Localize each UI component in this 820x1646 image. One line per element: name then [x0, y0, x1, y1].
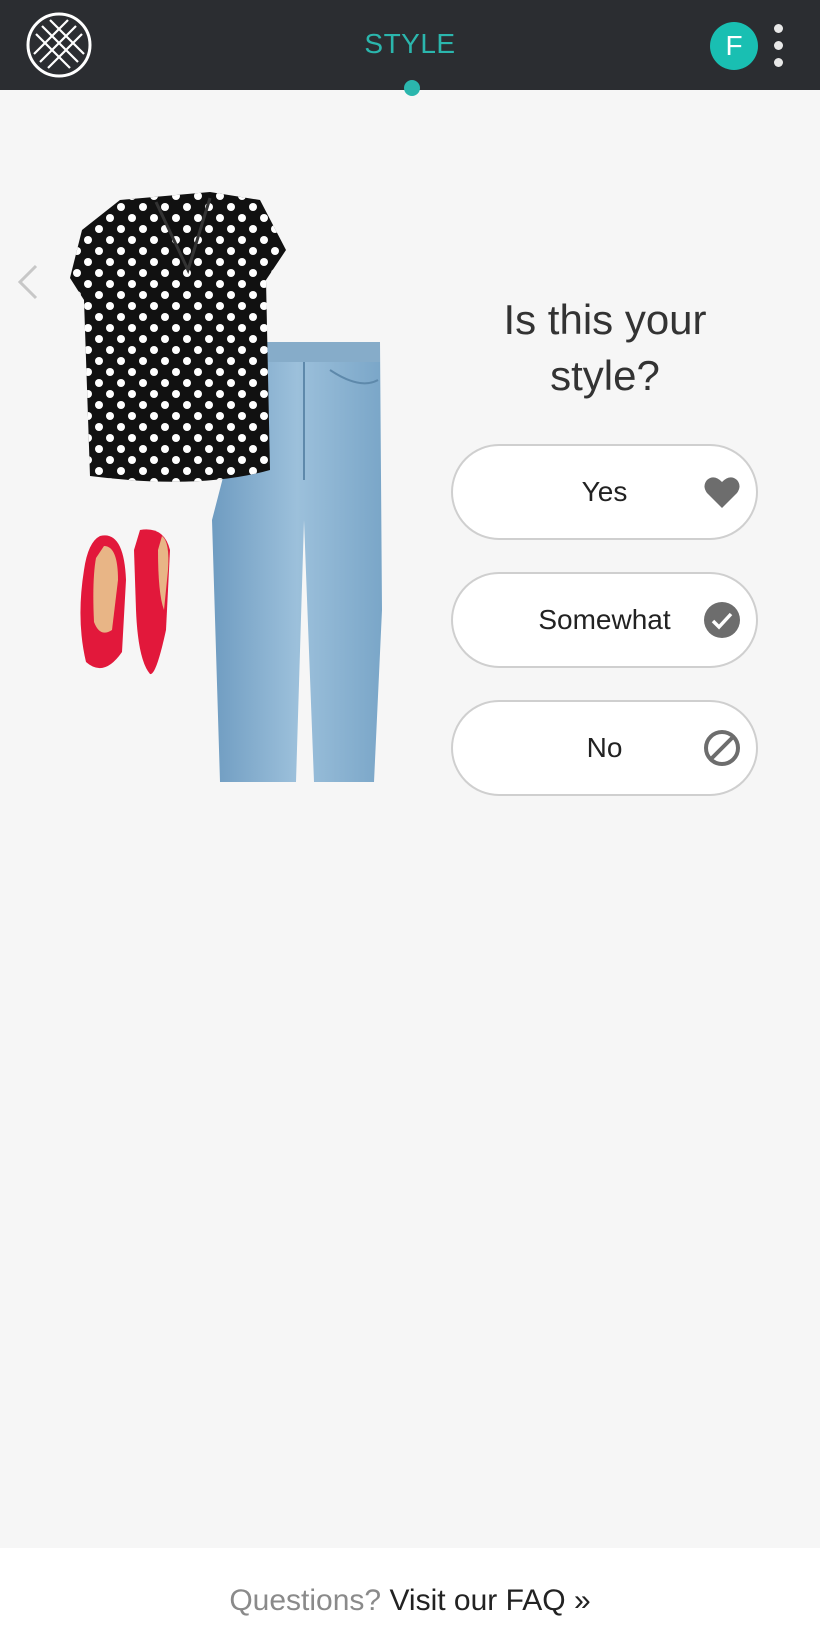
ban-icon [704, 730, 740, 766]
page-title[interactable]: STYLE [0, 28, 820, 60]
faq-prompt: Questions? Visit our FAQ » [0, 1584, 820, 1618]
active-tab-indicator [404, 80, 420, 96]
yes-button[interactable]: Yes [451, 444, 758, 540]
footer-bar: Questions? Visit our FAQ » [0, 1548, 820, 1646]
kebab-menu-icon[interactable] [768, 22, 788, 70]
blouse-graphic [70, 192, 286, 482]
heart-icon [704, 477, 740, 508]
check-circle-icon [704, 602, 740, 638]
user-avatar[interactable]: F [710, 22, 758, 70]
red-flats-graphic [80, 529, 170, 675]
question-line-2: style? [550, 352, 660, 399]
somewhat-button[interactable]: Somewhat [451, 572, 758, 668]
question-line-1: Is this your [503, 296, 707, 343]
top-navigation-bar: STYLE F [0, 0, 820, 96]
faq-link[interactable]: Visit our FAQ » [389, 1584, 590, 1617]
style-question: Is this your style? [440, 292, 770, 404]
outfit-image [70, 192, 382, 782]
faq-question-text: Questions? [229, 1584, 382, 1617]
no-button[interactable]: No [451, 700, 758, 796]
chevron-left-icon[interactable] [14, 260, 44, 304]
